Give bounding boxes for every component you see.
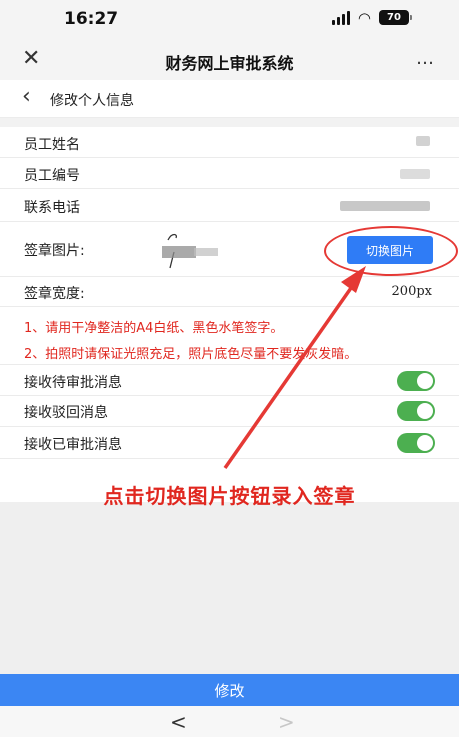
signature-width-row: 签章宽度: [0, 277, 459, 307]
signature-image [162, 233, 218, 269]
signal-icon [331, 10, 350, 25]
nav-back-icon[interactable]: < [170, 710, 187, 734]
page-title: 修改个人信息 [50, 93, 134, 109]
status-bar: 16:27 ◠ 70 [0, 0, 459, 40]
signature-width-label: 签章宽度: [24, 286, 85, 302]
phone-label: 联系电话 [24, 200, 80, 216]
app-title-bar: ✕ 财务网上审批系统 … [0, 40, 459, 80]
wifi-icon: ◠ [357, 8, 371, 27]
setting-label-rejected: 接收驳回消息 [24, 405, 108, 421]
signature-width-value[interactable]: 200px [392, 284, 432, 299]
highlight-ellipse [324, 226, 458, 276]
note-line-1: 1、请用干净整洁的A4白纸、黑色水笔签字。 [24, 321, 284, 336]
browser-nav-bar: < > [0, 706, 459, 737]
setting-label-approved: 接收已审批消息 [24, 437, 122, 453]
employee-name-label: 员工姓名 [24, 137, 80, 153]
employee-id-row: 员工编号 [0, 158, 459, 189]
status-icons: ◠ 70 [331, 8, 412, 27]
annotation-text: 点击切换图片按钮录入签章 [103, 484, 356, 508]
phone-value-blurred [340, 201, 430, 211]
page-nav-bar: ‹ 修改个人信息 [0, 80, 459, 118]
nav-forward-icon[interactable]: > [278, 710, 295, 734]
toggle-approved[interactable] [397, 433, 435, 453]
status-time: 16:27 [64, 9, 119, 29]
more-icon[interactable]: … [416, 48, 435, 69]
signature-label: 签章图片: [24, 243, 85, 259]
employee-name-row: 员工姓名 [0, 127, 459, 158]
employee-id-value-blurred [400, 169, 430, 179]
setting-row-approved: 接收已审批消息 [0, 427, 459, 459]
back-icon[interactable]: ‹ [22, 86, 31, 108]
setting-row-rejected: 接收驳回消息 [0, 396, 459, 427]
employee-name-value-blurred [416, 136, 430, 146]
app-title: 财务网上审批系统 [165, 54, 294, 73]
section-divider [0, 118, 459, 127]
content-filler [0, 502, 459, 674]
toggle-rejected[interactable] [397, 401, 435, 421]
submit-button[interactable]: 修改 [0, 674, 459, 706]
toggle-pending[interactable] [397, 371, 435, 391]
setting-row-pending: 接收待审批消息 [0, 364, 459, 396]
battery-icon: 70 [379, 10, 412, 25]
setting-label-pending: 接收待审批消息 [24, 375, 122, 391]
employee-id-label: 员工编号 [24, 168, 80, 184]
phone-row: 联系电话 [0, 189, 459, 222]
note-line-2: 2、拍照时请保证光照充足，照片底色尽量不要发灰发暗。 [24, 347, 358, 362]
